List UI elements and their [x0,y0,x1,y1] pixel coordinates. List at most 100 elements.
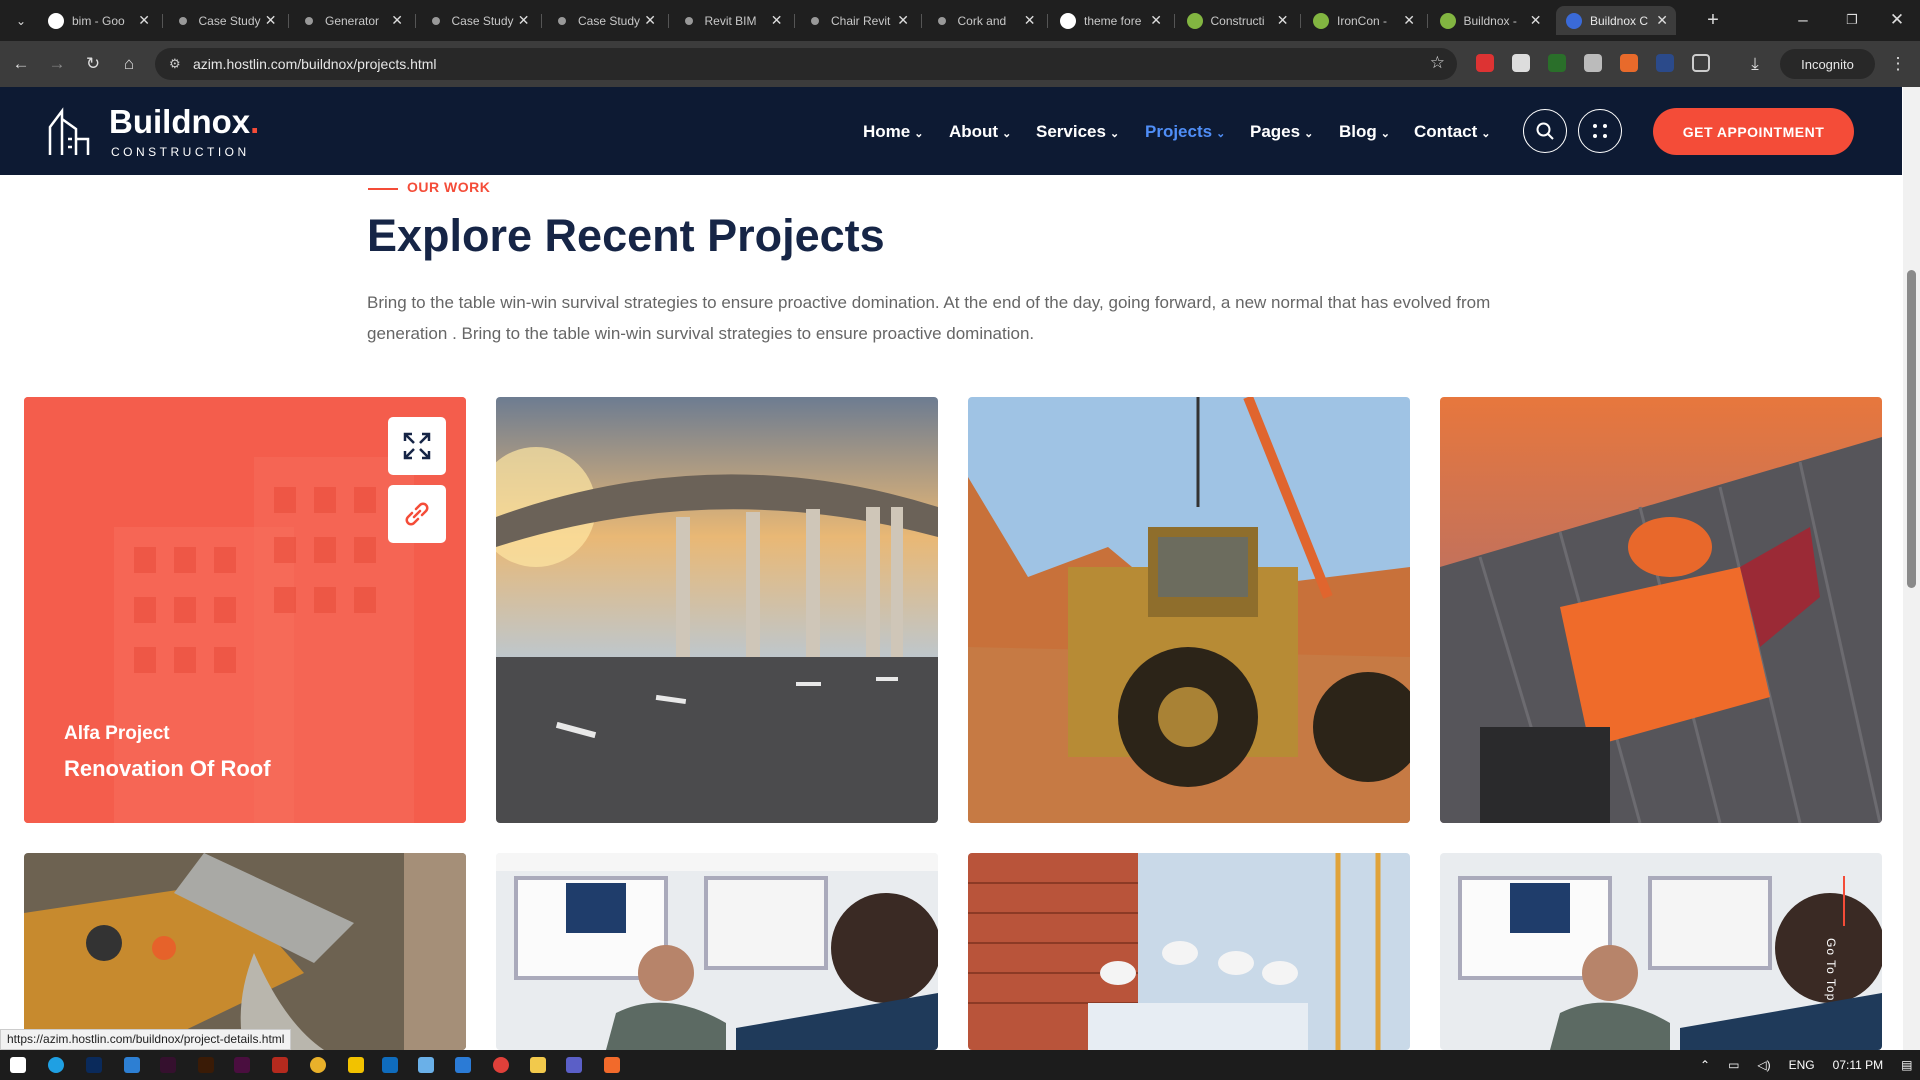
tab-close-icon[interactable]: ✕ [265,12,277,29]
filezilla-icon[interactable] [272,1057,288,1073]
notifications-icon[interactable]: ▤ [1901,1058,1912,1072]
network-icon[interactable]: ▭ [1728,1058,1739,1072]
notes-icon[interactable] [418,1057,434,1073]
tab-close-icon[interactable]: ✕ [1656,12,1668,29]
link-button[interactable] [388,485,446,543]
restore-button[interactable]: ❐ [1839,7,1865,33]
todo-icon[interactable] [124,1057,140,1073]
extension-icon[interactable] [1548,54,1566,72]
scrollbar-thumb[interactable] [1907,270,1916,588]
download-icon[interactable]: ⤓ [1742,51,1768,77]
browser-tab[interactable]: Cork and ✕ [924,6,1044,35]
extension-icon[interactable] [1656,54,1674,72]
search-button[interactable] [1523,109,1567,153]
app-icon[interactable] [604,1057,620,1073]
sticky-notes-icon[interactable] [348,1057,364,1073]
reload-icon[interactable]: ↻ [80,51,106,77]
nav-item-blog[interactable]: Blog ⌄ [1339,122,1390,142]
tab-close-icon[interactable]: ✕ [771,12,783,29]
menu-kebab-icon[interactable]: ⋮ [1885,51,1911,77]
project-card-loader[interactable] [968,397,1410,823]
photoshop-icon[interactable] [86,1057,102,1073]
project-card-office[interactable] [496,853,938,1050]
envato-icon [1439,12,1456,29]
dreamweaver-icon[interactable] [160,1057,176,1073]
browser-tab[interactable]: bim - Goo ✕ [38,6,158,35]
browser-tab[interactable]: Case Study ✕ [165,6,285,35]
outlook-icon[interactable] [382,1057,398,1073]
browser-tab[interactable]: Buildnox - ✕ [1430,6,1550,35]
tab-close-icon[interactable]: ✕ [897,12,909,29]
browser-tab[interactable]: Buildnox C ✕ [1556,6,1676,35]
get-appointment-button[interactable]: GET APPOINTMENT [1653,108,1854,155]
tab-close-icon[interactable]: ✕ [1024,12,1036,29]
teams-icon[interactable] [566,1057,582,1073]
tab-close-icon[interactable]: ✕ [644,12,656,29]
browser-tab[interactable]: theme fore ✕ [1050,6,1170,35]
windows-start-icon[interactable] [10,1057,26,1073]
browser-tab[interactable]: Constructi ✕ [1177,6,1297,35]
tab-search-icon[interactable]: ⌄ [8,8,34,34]
tab-close-icon[interactable]: ✕ [1530,12,1542,29]
go-to-top-button[interactable]: Go To Top [1824,938,1838,1001]
project-card-bridge[interactable] [496,397,938,823]
edge-icon[interactable] [48,1057,64,1073]
nav-item-contact[interactable]: Contact ⌄ [1414,122,1491,142]
project-card-engineers[interactable] [968,853,1410,1050]
logo-name[interactable]: Buildnox. [109,103,259,141]
browser-tab[interactable]: Case Study ✕ [418,6,538,35]
browser-tab[interactable]: IronCon - ✕ [1303,6,1423,35]
tray-chevron-icon[interactable]: ⌃ [1700,1058,1710,1072]
extension-icon[interactable] [1620,54,1638,72]
xd-icon[interactable] [234,1057,250,1073]
chrome-icon[interactable] [493,1057,509,1073]
volume-icon[interactable]: ◁) [1757,1058,1770,1072]
tab-close-icon[interactable]: ✕ [1403,12,1415,29]
tab-close-icon[interactable]: ✕ [1277,12,1289,29]
browser-tab[interactable]: Revit BIM ✕ [671,6,791,35]
nav-item-services[interactable]: Services ⌄ [1036,122,1119,142]
close-window-button[interactable]: ✕ [1884,7,1910,33]
site-info-icon[interactable]: ⚙ [169,56,181,72]
page-scrollbar[interactable] [1903,87,1920,1050]
tab-close-icon[interactable]: ✕ [518,12,530,29]
nav-item-projects[interactable]: Projects ⌄ [1145,122,1225,142]
browser-tab[interactable]: Chair Revit ✕ [797,6,917,35]
nav-label: About [949,122,999,141]
clock[interactable]: 07:11 PM [1833,1058,1883,1072]
forward-icon[interactable]: → [44,51,70,77]
address-bar[interactable]: ⚙ azim.hostlin.com/buildnox/projects.htm… [155,48,1457,80]
camera-extension-icon[interactable] [1584,54,1602,72]
chrome-icon[interactable] [310,1057,326,1073]
logo-building-icon[interactable] [48,105,92,157]
project-card-concrete[interactable] [24,853,466,1050]
incognito-badge[interactable]: Incognito [1780,49,1875,79]
tab-close-icon[interactable]: ✕ [391,12,403,29]
nav-item-home[interactable]: Home ⌄ [863,122,923,142]
extension-icon[interactable] [1512,54,1530,72]
back-icon[interactable]: ← [8,51,34,77]
project-title[interactable]: Renovation Of Roof [64,756,271,782]
bookmark-star-icon[interactable]: ☆ [1430,53,1445,73]
home-icon[interactable]: ⌂ [116,51,142,77]
tab-close-icon[interactable]: ✕ [1150,12,1162,29]
new-tab-button[interactable]: + [1700,7,1726,33]
eyebrow-line [368,188,398,190]
browser-tab[interactable]: Case Study ✕ [544,6,664,35]
file-explorer-icon[interactable] [530,1057,546,1073]
grid-menu-button[interactable] [1578,109,1622,153]
browser-tab[interactable]: Generator ✕ [291,6,411,35]
expand-button[interactable] [388,417,446,475]
illustrator-icon[interactable] [198,1057,214,1073]
project-card[interactable]: Alfa Project Renovation Of Roof [24,397,466,823]
extensions-puzzle-icon[interactable] [1692,54,1710,72]
tab-close-icon[interactable]: ✕ [138,12,150,29]
project-card-office-2[interactable] [1440,853,1882,1050]
extension-icon[interactable] [1476,54,1494,72]
nav-item-pages[interactable]: Pages ⌄ [1250,122,1313,142]
minimize-button[interactable]: – [1790,7,1816,33]
vscode-icon[interactable] [455,1057,471,1073]
project-card-roofer[interactable] [1440,397,1882,823]
language-indicator[interactable]: ENG [1789,1058,1815,1072]
nav-item-about[interactable]: About ⌄ [949,122,1011,142]
